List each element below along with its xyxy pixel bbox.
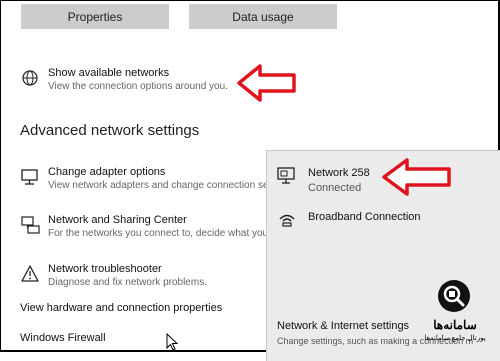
network-name: Network 258 — [308, 167, 370, 179]
ethernet-icon — [277, 167, 295, 184]
red-arrow-left — [237, 64, 296, 102]
warning-icon — [21, 265, 39, 282]
troubleshooter-desc: Diagnose and fix network problems. — [48, 277, 207, 288]
sharing-center-title: Network and Sharing Center — [48, 214, 187, 226]
red-arrow-left-network — [382, 158, 451, 196]
frame-border-top — [0, 0, 500, 1]
network-258-item[interactable]: Network 258 Connected — [277, 166, 370, 196]
show-available-networks-link[interactable]: Show available networks View the connect… — [20, 66, 228, 94]
cursor-icon — [166, 333, 178, 351]
show-networks-title: Show available networks — [48, 67, 170, 79]
frame-border-left — [0, 0, 1, 352]
adapter-options-title: Change adapter options — [48, 166, 166, 178]
network-status: Connected — [308, 182, 362, 194]
logo-subtitle: پورتال جامع سامانه‌ها — [424, 335, 486, 342]
view-hardware-properties-link[interactable]: View hardware and connection properties — [20, 302, 222, 314]
monitor-icon — [21, 169, 38, 185]
change-adapter-options-link[interactable]: Change adapter options View network adap… — [20, 165, 269, 193]
network-internet-settings-link[interactable]: Network & Internet settings — [277, 320, 409, 332]
broadband-connection-item[interactable]: Broadband Connection — [277, 210, 421, 230]
logo-title: سامانه‌ها — [433, 318, 477, 332]
network-sharing-center-link[interactable]: Network and Sharing Center For the netwo… — [20, 213, 268, 241]
sharing-center-desc: For the networks you connect to, decide … — [48, 228, 269, 239]
network-troubleshooter-link[interactable]: Network troubleshooter Diagnose and fix … — [20, 262, 207, 290]
dialup-icon — [279, 214, 295, 227]
advanced-network-settings-heading: Advanced network settings — [20, 122, 200, 139]
network-sharing-icon — [21, 216, 40, 234]
data-usage-button[interactable]: Data usage — [189, 4, 337, 29]
properties-button[interactable]: Properties — [21, 4, 169, 29]
adapter-options-desc: View network adapters and change connect… — [48, 180, 269, 191]
troubleshooter-title: Network troubleshooter — [48, 263, 162, 275]
broadband-label: Broadband Connection — [308, 211, 421, 223]
show-networks-desc: View the connection options around you. — [48, 81, 228, 92]
windows-firewall-link[interactable]: Windows Firewall — [20, 332, 106, 344]
globe-icon — [22, 70, 38, 86]
